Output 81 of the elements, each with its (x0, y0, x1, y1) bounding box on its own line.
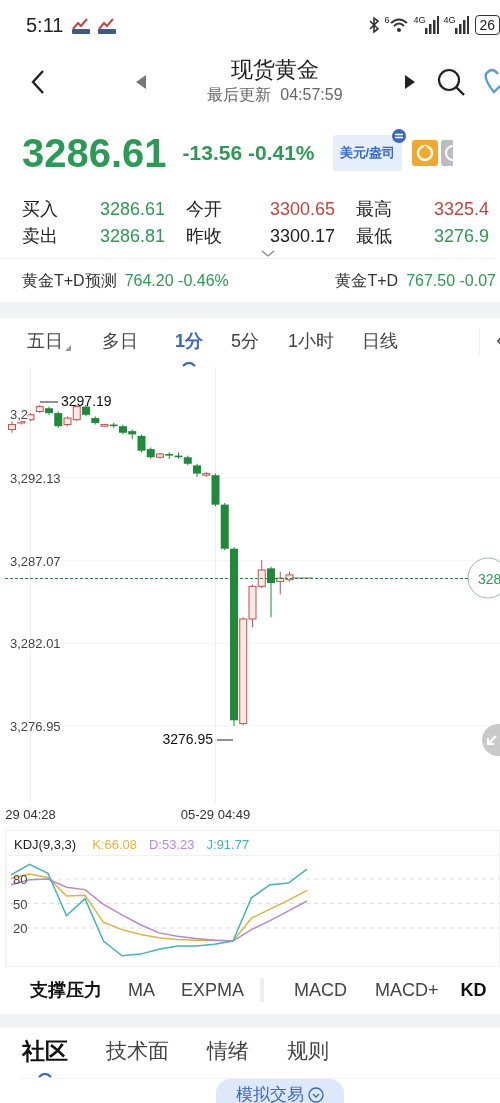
network-label: 4G (413, 16, 426, 25)
selected-indicator-icon (38, 1072, 52, 1079)
indicator-tab[interactable]: MA (128, 976, 155, 1004)
indicator-tab[interactable]: KD (460, 976, 487, 1004)
indicator-tab[interactable]: 支撑压力 (30, 976, 102, 1004)
wifi-band-label: 6 (384, 16, 390, 25)
last-update-time: 最后更新 04:57:59 (207, 85, 343, 105)
instrument-quote: 767.50 -0.07 (406, 270, 496, 291)
previous-icon[interactable] (136, 75, 146, 89)
period-tab[interactable]: 日线 (362, 327, 399, 355)
indicator-value: D:53.23 (148, 836, 195, 854)
expand-icon[interactable] (261, 250, 275, 258)
quote-label: 卖出 (22, 225, 59, 248)
low-price-annotation: 3276.95 (162, 731, 234, 747)
axis-label: 3,292.13 (10, 471, 61, 486)
candle (165, 451, 174, 460)
quote-value: 3286.61 (100, 198, 167, 221)
indicator-value: J:91.77 (206, 836, 250, 854)
back-icon[interactable] (30, 69, 46, 95)
instrument-name: 黄金T+D (335, 270, 399, 291)
indicator-value: K:66.08 (92, 836, 137, 854)
selected-indicator-icon (182, 360, 196, 367)
axis-label: 50 (13, 896, 28, 911)
high-price-annotation: 3297.19 (39, 393, 112, 409)
instrument-quote: 764.20 -0.46% (124, 270, 229, 291)
unit-switch-button[interactable]: 美元/盎司 (332, 135, 403, 171)
price-change: -13.56 -0.41% (182, 140, 315, 167)
axis-label: 3,287.07 (10, 553, 61, 569)
page-title: 现货黄金 (231, 57, 319, 83)
quote-value: 3325.4 (434, 198, 491, 221)
simulated-trading-button[interactable]: 模拟交易 (216, 1079, 344, 1103)
time-axis-label: 29 04:28 (5, 807, 56, 822)
status-time: 5:11 (26, 13, 64, 38)
quote-value: 3276.9 (434, 225, 491, 248)
period-tab[interactable]: 1小时 (288, 327, 335, 355)
period-tab[interactable]: 五日 (27, 327, 63, 355)
dropdown-corner-icon[interactable] (65, 344, 71, 351)
quote-label: 今开 (186, 198, 223, 221)
current-price-tag[interactable]: 328 (467, 557, 500, 599)
candlestick-chart[interactable]: 3,292.13 3,287.07 3,282.01 3,276.95 3,2 3297.19 3276.95 328 29 04:28 05-29 04:49 (0, 364, 500, 828)
quote-value: 3300.17 (270, 225, 337, 248)
wifi-icon (389, 16, 410, 34)
candle (183, 455, 192, 466)
section-tab[interactable]: 社区 (22, 1033, 68, 1069)
candle (174, 451, 183, 460)
next-icon[interactable] (405, 75, 415, 89)
bluetooth-icon (368, 16, 381, 34)
signal-icon (425, 16, 440, 34)
swap-icon[interactable] (392, 129, 407, 144)
search-icon[interactable] (437, 68, 465, 96)
section-tab[interactable]: 情绪 (207, 1035, 249, 1067)
axis-label: 3,2 (10, 407, 29, 422)
quote-label: 最低 (356, 225, 393, 248)
quote-label: 昨收 (186, 225, 223, 248)
period-tab[interactable]: 多日 (102, 327, 138, 355)
quote-value: 3300.65 (270, 198, 337, 221)
latest-tick-line (291, 577, 314, 579)
axis-label: 3,282.01 (10, 636, 61, 652)
period-tab[interactable]: 5分 (231, 327, 260, 355)
indicator-tab[interactable]: EXPMA (181, 976, 245, 1004)
favorite-icon[interactable] (484, 68, 500, 96)
instrument-name: 黄金T+D预测 (22, 270, 117, 291)
last-price: 3286.61 (22, 130, 167, 177)
time-axis-label: 05-29 04:49 (180, 807, 251, 822)
period-tab[interactable]: 1分 (175, 327, 203, 355)
section-tab[interactable]: 规则 (287, 1035, 329, 1067)
quote-label: 最高 (356, 198, 393, 221)
axis-label: 3,276.95 (10, 719, 61, 734)
indicator-tab[interactable]: MACD (294, 976, 348, 1004)
candle (26, 412, 35, 422)
indicator-tab[interactable]: MACD+ (375, 976, 439, 1004)
axis-label: 20 (13, 920, 28, 936)
signal-icon (455, 16, 470, 34)
candle (35, 404, 44, 414)
quote-value: 3286.81 (100, 225, 167, 248)
indicator-title: KDJ(9,3,3) (14, 836, 77, 854)
network-label: 4G (443, 16, 456, 25)
dropdown-icon (308, 1086, 324, 1103)
section-tab[interactable]: 技术面 (106, 1035, 169, 1067)
battery-indicator: 26 (475, 15, 500, 35)
quote-label: 买入 (22, 198, 59, 221)
